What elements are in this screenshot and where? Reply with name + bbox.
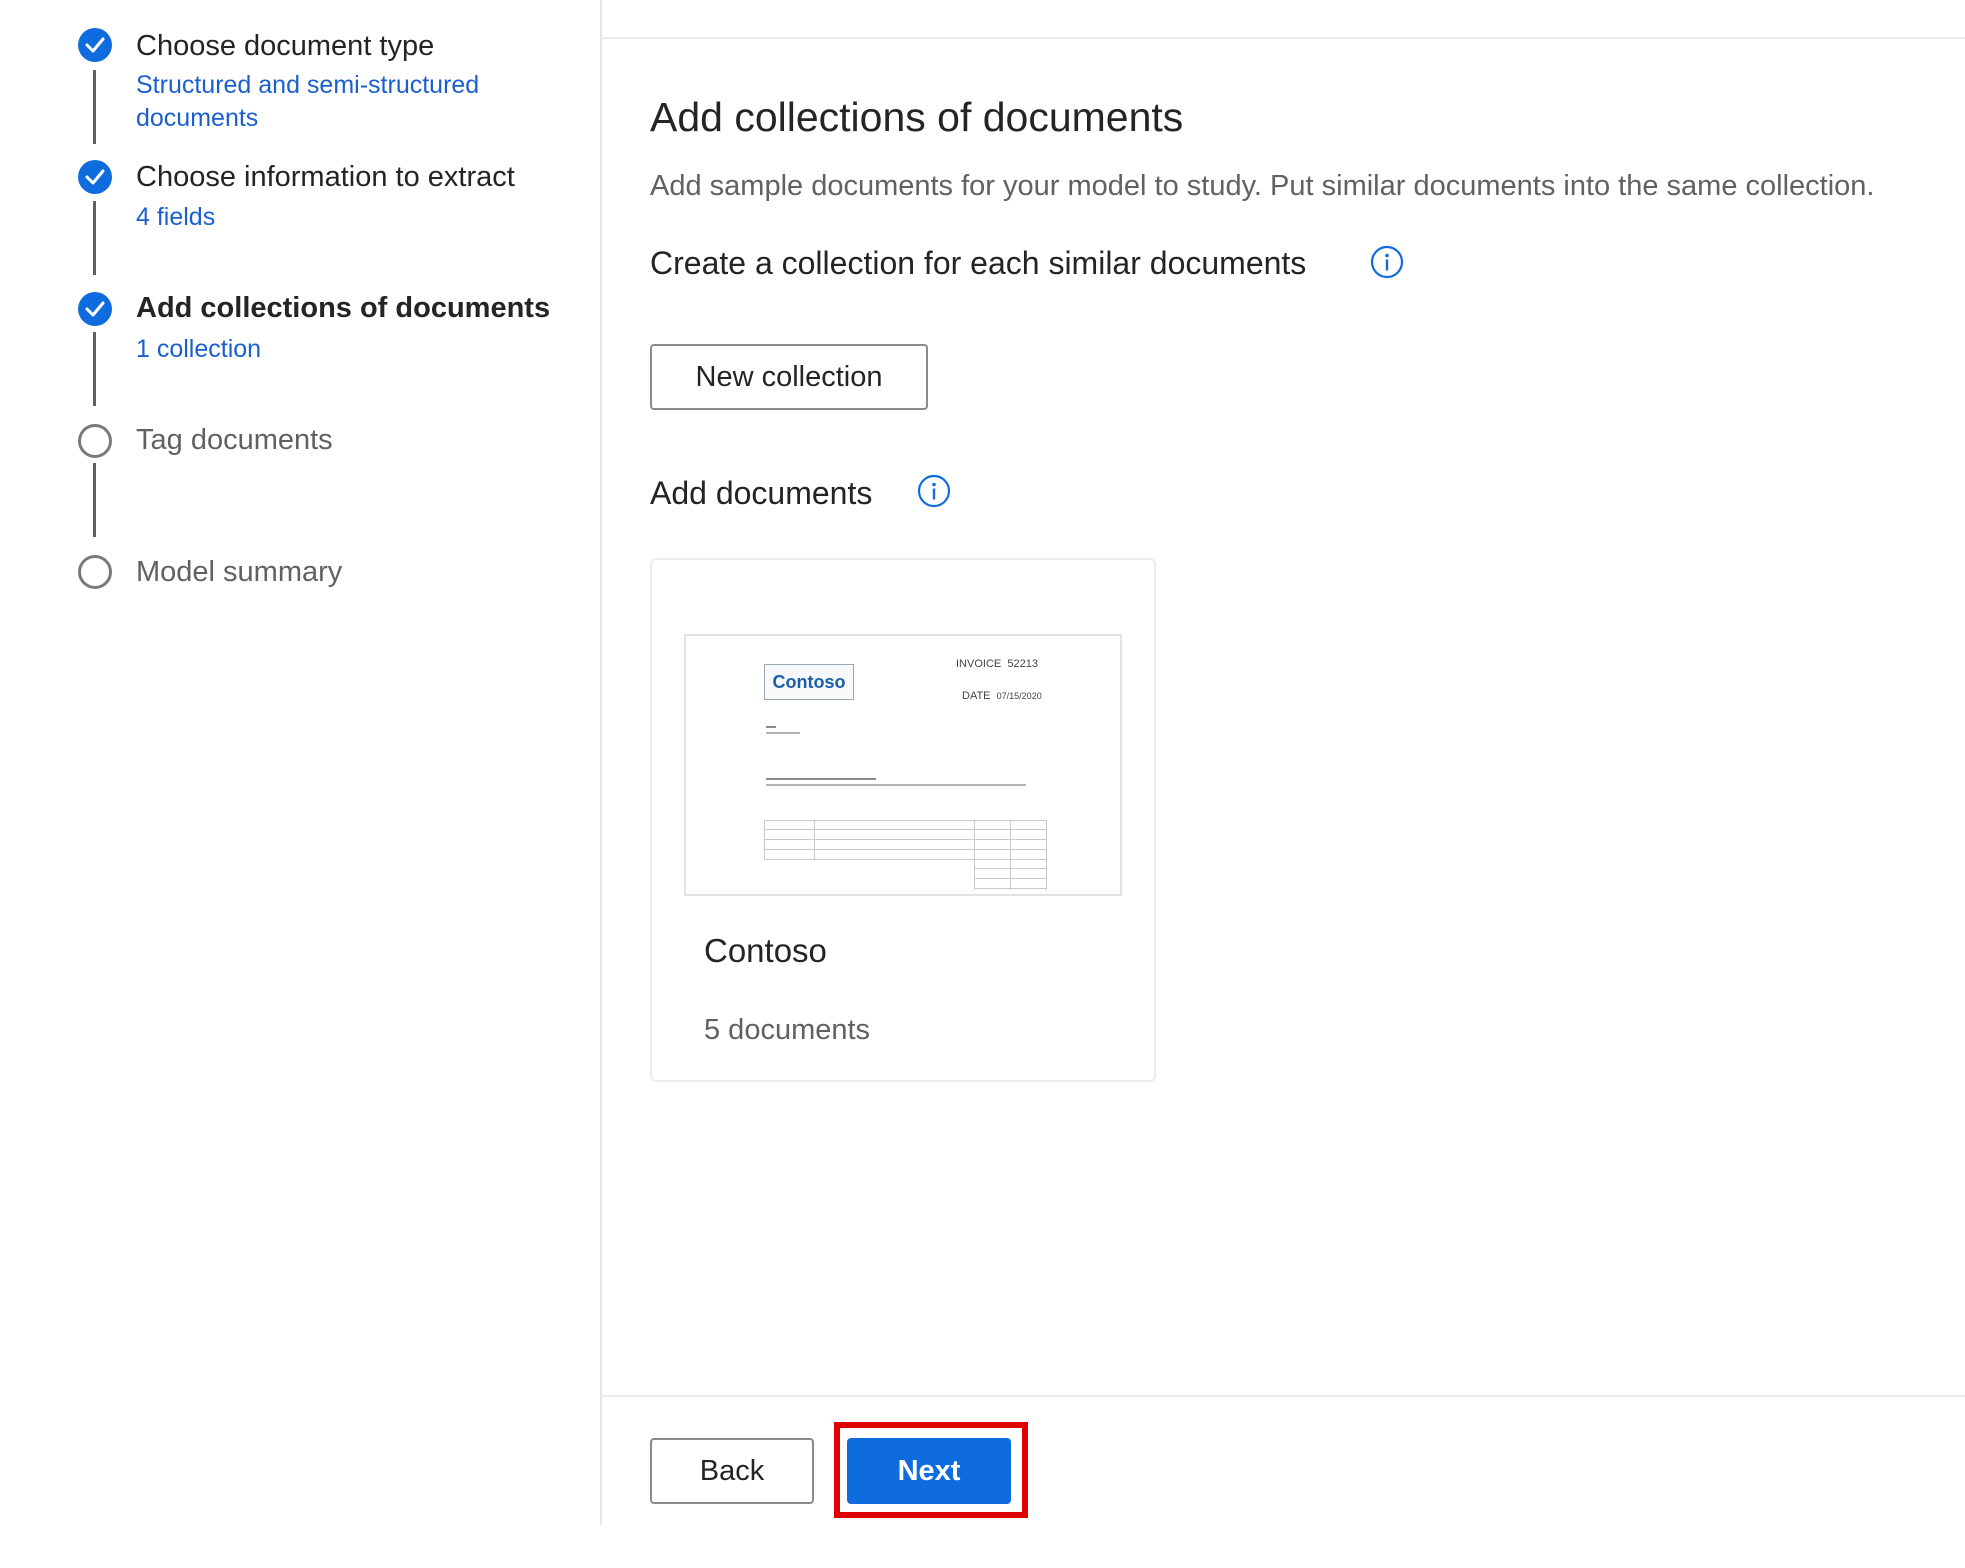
empty-circle-icon bbox=[78, 555, 112, 589]
step-connector bbox=[93, 332, 96, 406]
step-title: Add collections of documents bbox=[136, 292, 551, 324]
next-button[interactable]: Next bbox=[847, 1438, 1011, 1504]
back-button[interactable]: Back bbox=[650, 1438, 814, 1504]
step-subtitle[interactable]: Structured and semi-structured documents bbox=[136, 69, 536, 135]
document-thumbnail: Contoso INVOICE 52213 DATE 07/15/2020 bbox=[684, 634, 1122, 896]
step-connector bbox=[93, 463, 96, 537]
contoso-logo: Contoso bbox=[764, 664, 854, 700]
checkmark-circle-icon bbox=[78, 28, 112, 62]
collection-card[interactable]: Contoso INVOICE 52213 DATE 07/15/2020 Co… bbox=[650, 558, 1156, 1082]
collection-name: Contoso bbox=[704, 932, 827, 969]
step-title: Choose document type bbox=[136, 30, 435, 62]
create-collection-heading: Create a collection for each similar doc… bbox=[650, 245, 1307, 281]
invoice-date: DATE 07/15/2020 bbox=[962, 690, 1042, 702]
info-icon[interactable] bbox=[917, 474, 951, 513]
invoice-label: INVOICE 52213 bbox=[956, 658, 1038, 670]
add-documents-heading: Add documents bbox=[650, 475, 873, 511]
divider bbox=[602, 37, 1965, 39]
checkmark-circle-icon bbox=[78, 160, 112, 194]
checkmark-circle-icon bbox=[78, 292, 112, 326]
wizard-stepper: Choose document type Structured and semi… bbox=[0, 0, 602, 1525]
page-description: Add sample documents for your model to s… bbox=[650, 170, 1875, 202]
collection-document-count: 5 documents bbox=[704, 1014, 871, 1046]
step-connector bbox=[93, 201, 96, 275]
step-connector bbox=[93, 70, 96, 144]
page-title: Add collections of documents bbox=[650, 94, 1184, 140]
step-title: Choose information to extract bbox=[136, 161, 515, 193]
step-subtitle[interactable]: 1 collection bbox=[136, 333, 536, 366]
divider bbox=[602, 1395, 1965, 1397]
step-title: Tag documents bbox=[136, 424, 333, 456]
step-subtitle[interactable]: 4 fields bbox=[136, 201, 536, 234]
step-title: Model summary bbox=[136, 556, 343, 588]
new-collection-button[interactable]: New collection bbox=[650, 344, 928, 410]
info-icon[interactable] bbox=[1370, 245, 1404, 284]
empty-circle-icon bbox=[78, 424, 112, 458]
